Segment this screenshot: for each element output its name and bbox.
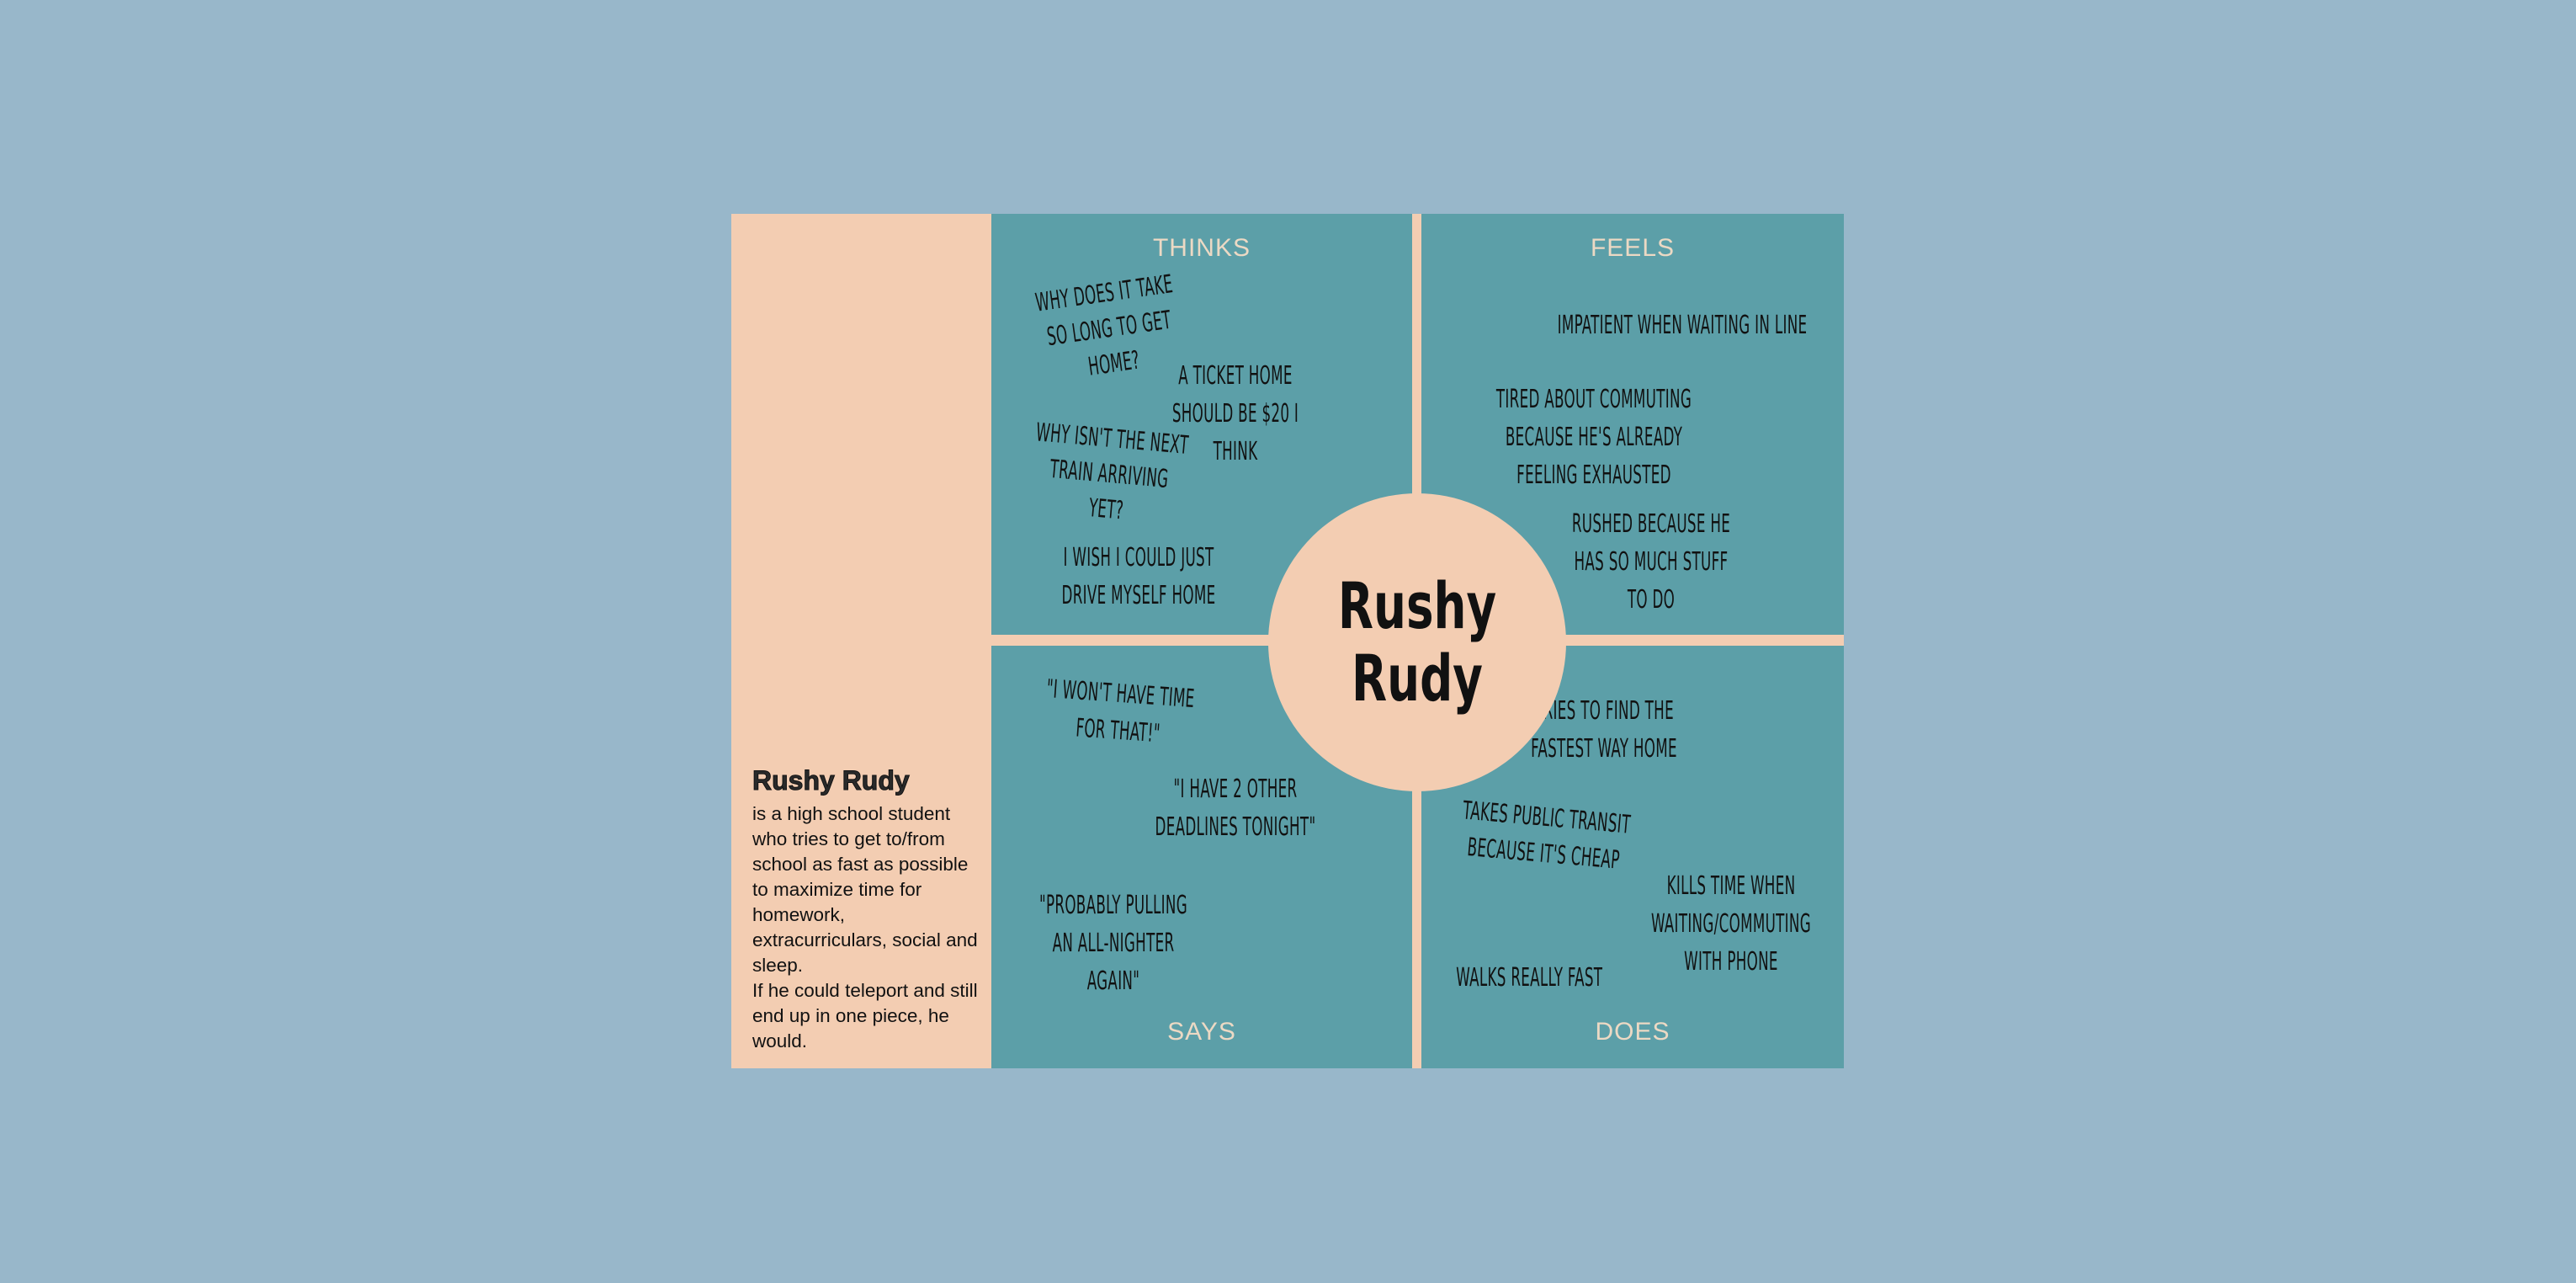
- note: Impatient when waiting in line: [1557, 311, 1808, 340]
- note: Tired about commuting because he's alrea…: [1495, 385, 1692, 490]
- persona-panel: Rushy Rudy is a high school student who …: [731, 214, 990, 1068]
- note: Kills time when waiting/commuting with p…: [1650, 871, 1812, 977]
- note: Why isn't the next train arriving yet?: [1034, 418, 1190, 526]
- note: Takes public transit because it's cheap: [1461, 796, 1632, 876]
- persona-card: Rushy Rudy is a high school student who …: [752, 765, 980, 1054]
- note: "I have 2 other deadlines tonight": [1155, 775, 1316, 842]
- note: "Probably pulling an all-nighter again": [1038, 891, 1188, 996]
- note: Walks really fast: [1456, 963, 1603, 993]
- persona-description: is a high school student who tries to ge…: [752, 803, 978, 1051]
- quadrant-label-thinks: THINKS: [1152, 234, 1251, 262]
- note: "I won't have time for that!": [1045, 673, 1196, 749]
- quadrant-label-feels: FEELS: [1590, 234, 1676, 262]
- quadrant-label-says: SAYS: [1167, 1018, 1236, 1046]
- quadrant-label-does: DOES: [1595, 1018, 1670, 1046]
- note: Rushed because he has so much stuff to d…: [1571, 509, 1731, 615]
- note: I wish I could just drive myself home: [1061, 543, 1216, 610]
- empathy-map: Rushy Rudy is a high school student who …: [731, 214, 1844, 1068]
- center-circle: Rushy Rudy: [1268, 493, 1566, 791]
- center-title: Rushy Rudy: [1337, 568, 1497, 716]
- persona-name: Rushy Rudy: [752, 765, 911, 796]
